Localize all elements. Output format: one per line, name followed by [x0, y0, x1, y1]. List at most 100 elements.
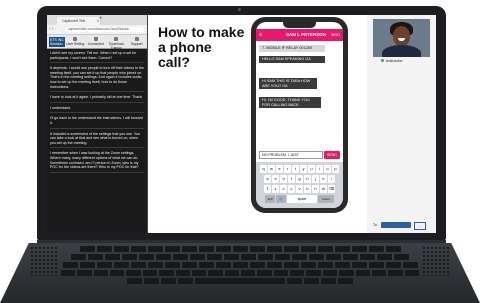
laptop-key	[164, 246, 180, 252]
laptop-key	[317, 262, 333, 268]
laptop-key	[195, 278, 285, 284]
key[interactable]: z	[272, 185, 279, 193]
laptop-key	[105, 254, 120, 260]
laptop-key	[147, 262, 163, 268]
to-label: To:	[373, 223, 378, 227]
laptop-key	[224, 254, 239, 260]
key[interactable]: l	[328, 175, 335, 183]
laptop-key	[147, 246, 163, 252]
laptop-key	[258, 254, 273, 260]
laptop-key	[181, 246, 197, 252]
laptop-key	[191, 270, 207, 276]
laptop-key	[144, 278, 159, 284]
laptop-key	[334, 246, 350, 252]
key[interactable]: b	[304, 185, 311, 193]
laptop-key	[334, 262, 350, 268]
laptop-key	[368, 262, 384, 268]
laptop-key	[130, 262, 146, 268]
laptop-key	[113, 262, 129, 268]
download-transcript-button[interactable]: Download Transcr	[106, 35, 127, 50]
key[interactable]: r	[284, 165, 291, 173]
laptop-key	[96, 246, 112, 252]
transcript-message: It depends. I would ask people to turn o…	[50, 66, 144, 93]
laptop-key	[300, 246, 316, 252]
key[interactable]: u	[308, 165, 315, 173]
recipient-select[interactable]	[381, 222, 411, 228]
nav-arrows-icon[interactable]: ‹›	[49, 26, 54, 32]
key[interactable]: p	[332, 165, 339, 173]
key[interactable]: j	[312, 175, 319, 183]
laptop-key	[232, 262, 248, 268]
url-field[interactable]: captionedtele.com/classroom/Jacq/Session	[65, 27, 144, 32]
onscreen-keyboard: q w e r t y u i o p a s d f g h j k l ⇧ …	[256, 162, 343, 208]
key[interactable]: o	[324, 165, 331, 173]
key[interactable]: y	[300, 165, 307, 173]
laptop-key	[309, 254, 324, 260]
key[interactable]: v	[296, 185, 303, 193]
key[interactable]: e	[276, 165, 283, 173]
transcript-message: I remember when I was looking at the Zoo…	[50, 151, 144, 173]
laptop-key	[122, 254, 137, 260]
instructor-body	[382, 45, 421, 57]
key[interactable]: f	[288, 175, 295, 183]
laptop-key	[249, 246, 265, 252]
key[interactable]: g	[296, 175, 303, 183]
address-bar-row: ‹› captionedtele.com/classroom/Jacq/Sess…	[47, 25, 147, 35]
support-button[interactable]: Support	[127, 35, 148, 48]
video-label: Instructor	[381, 58, 403, 63]
laptop-key	[62, 262, 78, 268]
chat-bubble: 7. MOBILE IF RELAY 001289	[259, 45, 325, 52]
phone-mockup: ✆ SAM L PETERSON END 7. MOBILE IF RELAY …	[251, 17, 348, 213]
key[interactable]: d	[280, 175, 287, 183]
chat-bubble: HELLO SAM SPEAKING GA	[259, 56, 325, 63]
laptop-key	[198, 246, 214, 252]
laptop-key	[360, 254, 375, 260]
key[interactable]: x	[280, 185, 287, 193]
return-key[interactable]: return	[318, 195, 334, 203]
browser-tab[interactable]: Captioned Tele ×	[57, 17, 100, 25]
instructor-video[interactable]	[373, 19, 430, 57]
key[interactable]: c	[288, 185, 295, 193]
key[interactable]: s	[272, 175, 279, 183]
laptop-key	[88, 254, 103, 260]
laptop-key	[275, 254, 290, 260]
webcam	[238, 8, 241, 11]
presentation-slide: How to make a phone call? ✆ SAM L PETERS…	[148, 15, 366, 233]
key[interactable]: q	[260, 165, 267, 173]
space-key[interactable]: space	[287, 195, 317, 203]
laptop-key	[377, 254, 392, 260]
key[interactable]: i	[316, 165, 323, 173]
laptop-screen: Captioned Tele × + ‹› captionedtele.com/…	[47, 15, 436, 233]
numbers-key[interactable]: 123	[265, 195, 275, 203]
backspace-key-icon[interactable]: ⌫	[328, 185, 335, 193]
laptop-key	[394, 254, 409, 260]
send-button[interactable]: SEND	[324, 151, 340, 159]
laptop-key	[339, 270, 354, 276]
user-setting-button[interactable]: User Setting	[65, 35, 86, 48]
end-call-button[interactable]: END	[332, 32, 340, 37]
laptop-key	[283, 262, 299, 268]
laptop-key	[142, 270, 158, 276]
send-options-button[interactable]: ...	[414, 222, 426, 230]
laptop-key	[61, 270, 76, 276]
laptop-key	[273, 270, 289, 276]
key[interactable]: t	[292, 165, 299, 173]
message-input[interactable]: NO PROBLEM, I JUST	[259, 151, 323, 159]
laptop-key	[249, 262, 265, 268]
laptop-key	[404, 270, 419, 276]
slide-title: How to make a phone call?	[158, 24, 245, 70]
globe-key-icon[interactable]: 🌐	[276, 195, 286, 203]
key[interactable]: w	[268, 165, 275, 173]
key[interactable]: n	[312, 185, 319, 193]
new-tab-button[interactable]: +	[99, 16, 103, 22]
key[interactable]: a	[264, 175, 271, 183]
laptop-key	[159, 270, 174, 276]
laptop-key	[287, 278, 302, 284]
key[interactable]: m	[320, 185, 327, 193]
contact-name: SAM L PETERSON	[286, 32, 326, 37]
key[interactable]: h	[304, 175, 311, 183]
laptop-key	[351, 262, 367, 268]
connected-button[interactable]: Connected	[86, 35, 107, 48]
key[interactable]: k	[320, 175, 327, 183]
shift-key-icon[interactable]: ⇧	[264, 185, 271, 193]
